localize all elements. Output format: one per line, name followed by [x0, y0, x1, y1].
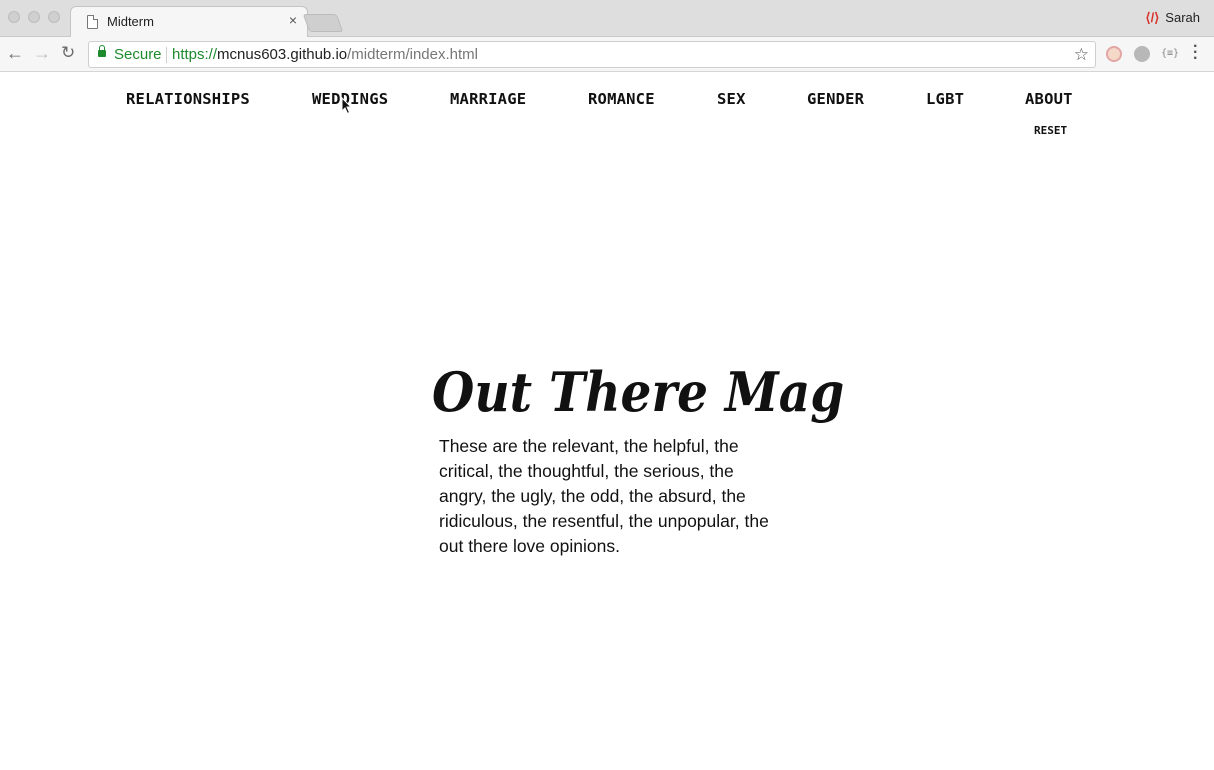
extension-icon-1[interactable]: [1106, 46, 1122, 62]
browser-titlebar: Midterm × ⟨/⟩ Sarah: [0, 0, 1214, 38]
page-content: RELATIONSHIPS WEDDINGS MARRIAGE ROMANCE …: [0, 73, 1214, 770]
address-separator: [166, 47, 167, 63]
browser-tab-active[interactable]: Midterm ×: [70, 6, 308, 38]
masthead-title: Out There Mag: [432, 360, 845, 424]
nav-link-marriage[interactable]: MARRIAGE: [450, 90, 526, 108]
forward-arrow-icon[interactable]: →: [33, 43, 51, 64]
url-text[interactable]: https://mcnus603.github.io/midterm/index…: [172, 46, 478, 63]
lock-icon: [98, 45, 106, 57]
back-arrow-icon[interactable]: ←: [6, 43, 24, 64]
address-bar[interactable]: Secure https://mcnus603.github.io/midter…: [88, 41, 1096, 68]
extension-icon-2[interactable]: [1134, 46, 1150, 62]
window-close-button[interactable]: [8, 11, 20, 23]
secure-label: Secure: [114, 46, 162, 63]
new-tab-button[interactable]: [302, 14, 344, 32]
tab-title: Midterm: [107, 14, 154, 29]
nav-link-gender[interactable]: GENDER: [807, 90, 864, 108]
nav-link-about[interactable]: ABOUT: [1025, 90, 1073, 108]
profile-button[interactable]: ⟨/⟩ Sarah: [1146, 10, 1200, 26]
browser-toolbar: ← → ↻ Secure https://mcnus603.github.io/…: [0, 37, 1214, 72]
nav-link-lgbt[interactable]: LGBT: [926, 90, 964, 108]
mouse-cursor-icon: [341, 97, 353, 115]
url-host: mcnus603.github.io: [217, 46, 348, 63]
bookmark-star-icon[interactable]: ☆: [1074, 45, 1089, 65]
page-icon: [87, 15, 98, 29]
extension-json-icon[interactable]: {≡}: [1161, 48, 1179, 59]
window-minimize-button[interactable]: [28, 11, 40, 23]
intro-text: These are the relevant, the helpful, the…: [439, 436, 769, 556]
url-scheme: https://: [172, 46, 218, 63]
reload-icon[interactable]: ↻: [61, 43, 75, 63]
window-zoom-button[interactable]: [48, 11, 60, 23]
profile-icon: ⟨/⟩: [1145, 10, 1160, 25]
reset-button[interactable]: RESET: [1034, 124, 1067, 137]
browser-menu-icon[interactable]: · · ·: [1193, 39, 1198, 67]
profile-name: Sarah: [1165, 10, 1200, 25]
tab-close-icon[interactable]: ×: [289, 12, 297, 28]
nav-link-relationships[interactable]: RELATIONSHIPS: [126, 90, 250, 108]
site-nav: RELATIONSHIPS WEDDINGS MARRIAGE ROMANCE …: [0, 73, 1214, 143]
nav-link-sex[interactable]: SEX: [717, 90, 746, 108]
url-path: /midterm/index.html: [347, 46, 478, 63]
nav-link-romance[interactable]: ROMANCE: [588, 90, 655, 108]
